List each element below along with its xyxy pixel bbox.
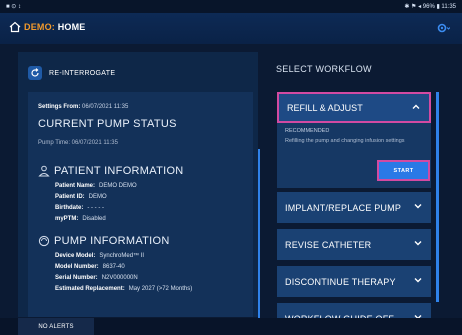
gear-icon[interactable] (436, 21, 450, 35)
serial-number-label: Serial Number: (55, 275, 98, 281)
refill-adjust-label: REFILL & ADJUST (287, 102, 363, 113)
patient-information-heading: PATIENT INFORMATION (54, 165, 184, 177)
refill-adjust-card: REFILL & ADJUST RECOMMENDED Refilling th… (277, 92, 431, 188)
model-number-row: Model Number: 8637-40 (55, 264, 125, 270)
settings-from: Settings From: 06/07/2021 11:35 (38, 104, 128, 110)
patient-name-value: DEMO DEMO (99, 183, 137, 189)
device-model-row: Device Model: SynchroMed™ II (55, 253, 144, 259)
birthdate-row: Birthdate: - - - - - (55, 205, 104, 211)
patient-name-row: Patient Name: DEMO DEMO (55, 183, 137, 189)
patient-name-label: Patient Name: (55, 183, 96, 189)
current-pump-status-heading: CURRENT PUMP STATUS (38, 118, 177, 130)
device-model-value: SynchroMed™ II (99, 253, 145, 259)
settings-from-value: 06/07/2021 11:35 (82, 104, 129, 110)
chevron-down-icon (414, 204, 422, 209)
chevron-down-icon (414, 278, 422, 283)
estimated-replacement-label: Estimated Replacement: (55, 286, 125, 292)
estimated-replacement-row: Estimated Replacement: May 2027 (>72 Mont… (55, 286, 192, 292)
myptm-label: myPTM: (55, 216, 79, 222)
page-title-text: HOME (57, 22, 86, 32)
serial-number-row: Serial Number: N2V000000N (55, 275, 138, 281)
no-alerts-button[interactable]: NO ALERTS (18, 318, 94, 335)
refresh-icon (28, 66, 42, 80)
person-icon (38, 165, 50, 177)
estimated-replacement-value: May 2027 (>72 Months) (128, 286, 193, 292)
recommended-label: RECOMMENDED (285, 128, 330, 134)
refill-adjust-header[interactable]: REFILL & ADJUST (277, 92, 431, 123)
right-scrollbar[interactable] (436, 92, 439, 302)
pump-status-card: Settings From: 06/07/2021 11:35 CURRENT … (28, 92, 253, 317)
bottom-bar: NO ALERTS (0, 318, 462, 335)
pump-time: Pump Time: 06/07/2021 11:35 (38, 140, 118, 146)
reinterrogate-button[interactable]: RE-INTERROGATE (28, 64, 115, 82)
workflow-implant-replace-pump[interactable]: IMPLANT/REPLACE PUMP (277, 192, 431, 223)
start-button[interactable]: START (377, 160, 430, 181)
patient-id-value: DEMO (88, 194, 107, 200)
model-number-value: 8637-40 (102, 264, 125, 270)
myptm-value: Disabled (82, 216, 106, 222)
workflow-label: IMPLANT/REPLACE PUMP (285, 202, 402, 213)
pump-status-panel: RE-INTERROGATE Settings From: 06/07/2021… (18, 52, 260, 319)
serial-number-value: N2V000000N (101, 275, 138, 281)
status-right-info: ✱ ⚑ ◂ 96% ▮ 11:35 (404, 4, 456, 10)
settings-from-label: Settings From: (38, 104, 81, 110)
chevron-up-icon (412, 104, 420, 109)
workflow-revise-catheter[interactable]: REVISE CATHETER (277, 229, 431, 260)
left-scrollbar[interactable] (258, 149, 260, 319)
birthdate-label: Birthdate: (55, 205, 84, 211)
workflow-label: DISCONTINUE THERAPY (285, 276, 396, 287)
pump-icon (38, 235, 50, 247)
model-number-label: Model Number: (55, 264, 99, 270)
home-icon[interactable] (9, 21, 21, 33)
patient-id-row: Patient ID: DEMO (55, 194, 107, 200)
birthdate-value: - - - - - (87, 205, 105, 211)
myptm-row: myPTM: Disabled (55, 216, 106, 222)
workflow-label: REVISE CATHETER (285, 239, 372, 250)
device-model-label: Device Model: (55, 253, 96, 259)
refill-description: Refilling the pump and changing infusion… (285, 138, 405, 144)
reinterrogate-label: RE-INTERROGATE (49, 69, 116, 77)
chevron-down-icon (414, 241, 422, 246)
patient-id-label: Patient ID: (55, 194, 85, 200)
app-header: DEMO: HOME (0, 13, 462, 44)
select-workflow-heading: SELECT WORKFLOW (276, 64, 372, 74)
page-title: DEMO: HOME (24, 22, 86, 32)
status-left-icons: ■ ⊙ ↕ (6, 4, 21, 10)
workflow-discontinue-therapy[interactable]: DISCONTINUE THERAPY (277, 266, 431, 297)
workflow-panel: SELECT WORKFLOW REFILL & ADJUST RECOMMEN… (270, 52, 450, 335)
system-status-bar: ■ ⊙ ↕ ✱ ⚑ ◂ 96% ▮ 11:35 (0, 0, 462, 13)
demo-label: DEMO: (24, 22, 55, 32)
pump-information-heading: PUMP INFORMATION (54, 235, 170, 247)
